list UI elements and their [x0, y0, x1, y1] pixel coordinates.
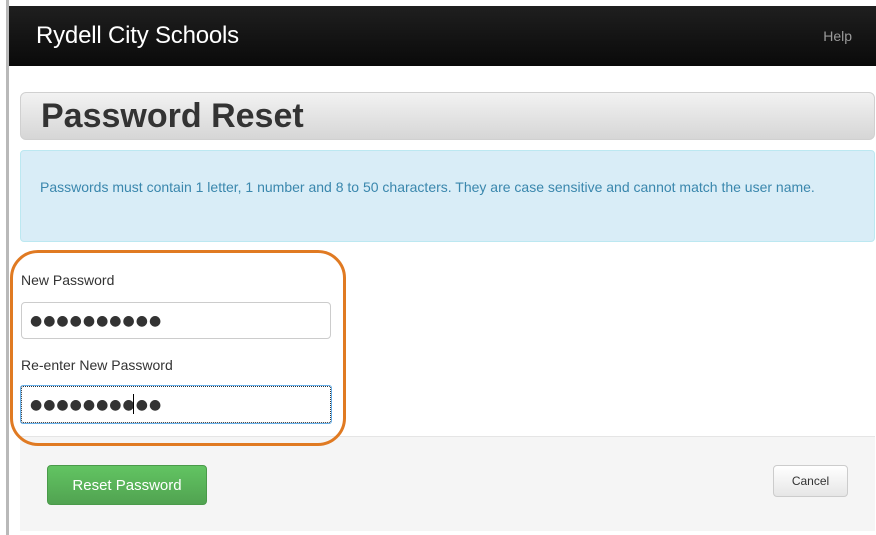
- new-password-label: New Password: [21, 272, 115, 288]
- password-rules-alert: Passwords must contain 1 letter, 1 numbe…: [20, 150, 875, 242]
- text-caret: [133, 394, 134, 414]
- reenter-password-label: Re-enter New Password: [21, 357, 173, 373]
- reenter-password-input[interactable]: [21, 386, 331, 423]
- cancel-button[interactable]: Cancel: [773, 465, 848, 497]
- brand-title[interactable]: Rydell City Schools: [36, 22, 239, 50]
- top-navbar: Rydell City Schools Help: [9, 6, 876, 66]
- form-actions: Reset Password Cancel: [20, 436, 875, 531]
- reset-password-button[interactable]: Reset Password: [47, 465, 207, 505]
- help-link[interactable]: Help: [823, 28, 852, 44]
- page-title: Password Reset: [41, 97, 304, 135]
- password-rules-text: Passwords must contain 1 letter, 1 numbe…: [40, 179, 815, 195]
- page-header: Password Reset: [20, 92, 875, 140]
- new-password-input[interactable]: [21, 302, 331, 339]
